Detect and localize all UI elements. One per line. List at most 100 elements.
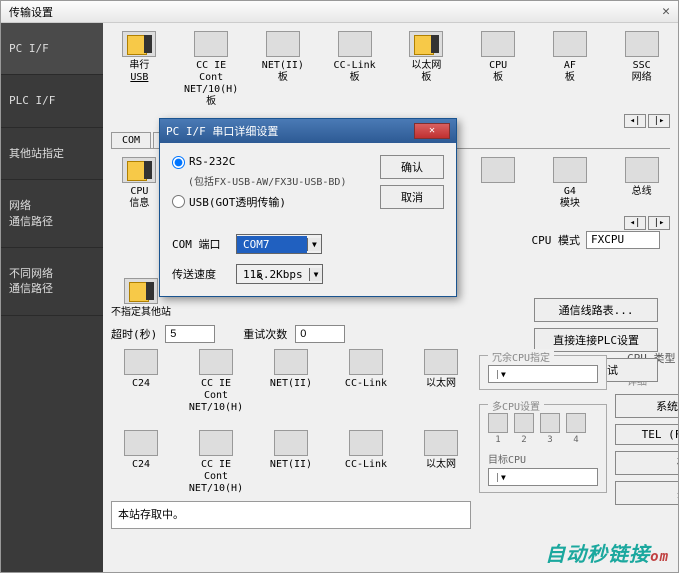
lower-left: C24CC IE Cont NET/10(H)NET(II)CC-Link以太网… xyxy=(111,349,471,529)
plc-if-icon-label-7: 总线 xyxy=(632,186,652,198)
net1-icon-icon-3 xyxy=(349,349,383,375)
nav-right-2[interactable]: |▸ xyxy=(648,216,670,230)
close-button[interactable]: 关闭 xyxy=(615,481,678,505)
pc-if-icon-icon-2 xyxy=(266,31,300,57)
dialog-title-bar[interactable]: PC I/F 串口详细设置 ✕ xyxy=(160,119,456,143)
net1-icon-3[interactable]: CC-Link xyxy=(336,349,396,414)
pc-if-icon-label-1: CC IE Cont NET/10(H)板 xyxy=(183,60,240,108)
station-icon-box xyxy=(124,278,158,304)
com-port-value: COM7 xyxy=(237,236,307,253)
net-row-1: C24 CC IE Cont NET/10(H)NET(II) CC-Link 以太网 xyxy=(111,349,471,414)
close-icon[interactable]: ✕ xyxy=(662,4,670,19)
dialog-cancel-button[interactable]: 取消 xyxy=(380,185,444,209)
net2-icon-1[interactable]: CC IE Cont NET/10(H) xyxy=(186,430,246,495)
cpu-slot-3[interactable] xyxy=(540,413,560,433)
plc-if-icon-7[interactable]: 总线 xyxy=(613,157,670,210)
sidebar: PC I/F PLC I/F 其他站指定 网络 通信路径 不同网络 通信路径 xyxy=(1,23,103,572)
retry-input[interactable] xyxy=(295,325,345,343)
net2-icon-0[interactable]: C24 xyxy=(111,430,171,495)
cpu-num-4: 4 xyxy=(566,435,586,445)
serial-detail-dialog: PC I/F 串口详细设置 ✕ RS-232C (包括FX-USB-AW/FX3… xyxy=(159,118,457,297)
dialog-close-button[interactable]: ✕ xyxy=(414,123,450,139)
title-bar: 传输设置 ✕ xyxy=(1,1,678,23)
net2-icon-label-0: C24 xyxy=(132,459,150,471)
dialog-ok-button[interactable]: 确认 xyxy=(380,155,444,179)
net1-icon-4[interactable]: 以太网 xyxy=(411,349,471,414)
com-port-combo[interactable]: COM7 ▼ xyxy=(236,234,322,254)
baud-value: 115.2Kbps xyxy=(237,266,309,283)
pc-if-icon-2[interactable]: NET(II) 板 xyxy=(255,31,312,108)
sidebar-item-other-station[interactable]: 其他站指定 xyxy=(1,128,103,180)
pc-if-icon-icon-4 xyxy=(409,31,443,57)
timeout-input[interactable] xyxy=(165,325,215,343)
pc-if-icon-7[interactable]: SSC 网络 xyxy=(613,31,670,108)
chevron-down-icon: ▼ xyxy=(497,370,509,379)
pc-if-icon-icon-5 xyxy=(481,31,515,57)
redundant-cpu-group: 冗余CPU指定 ▼ xyxy=(479,355,607,390)
pc-if-icon-3[interactable]: CC-Link 板 xyxy=(326,31,383,108)
pc-if-icon-4[interactable]: 以太网 板 xyxy=(398,31,455,108)
nav-right-1[interactable]: |▸ xyxy=(648,114,670,128)
plc-if-icon-6[interactable]: G4 模块 xyxy=(542,157,599,210)
rs232c-radio[interactable] xyxy=(172,156,185,169)
watermark-main: 自动秒链接 xyxy=(545,542,650,566)
sidebar-item-network-path[interactable]: 网络 通信路径 xyxy=(1,180,103,248)
cpu-mode-row: CPU 模式 FXCPU xyxy=(532,231,661,249)
plc-if-icon-icon-0 xyxy=(122,157,156,183)
cpu-mode-label: CPU 模式 xyxy=(532,232,581,248)
cpu-slot-2[interactable] xyxy=(514,413,534,433)
cpu-slot-4[interactable] xyxy=(566,413,586,433)
usb-radio[interactable] xyxy=(172,195,185,208)
pc-if-icon-icon-0 xyxy=(122,31,156,57)
net1-icon-label-3: CC-Link xyxy=(345,378,387,390)
tab-com[interactable]: COM xyxy=(111,132,151,148)
multi-cpu-legend: 多CPU设置 xyxy=(488,398,544,413)
pc-if-icon-1[interactable]: CC IE Cont NET/10(H)板 xyxy=(183,31,240,108)
net1-icon-1[interactable]: CC IE Cont NET/10(H) xyxy=(186,349,246,414)
net2-icon-4[interactable]: 以太网 xyxy=(411,430,471,495)
plc-if-icon-5[interactable] xyxy=(470,157,527,210)
window-title: 传输设置 xyxy=(9,4,53,20)
lower-section: C24CC IE Cont NET/10(H)NET(II)CC-Link以太网… xyxy=(111,349,670,529)
route-table-button[interactable]: 通信线路表... xyxy=(534,298,658,322)
net2-icon-icon-3 xyxy=(349,430,383,456)
pc-if-icon-icon-1 xyxy=(194,31,228,57)
chevron-down-icon[interactable]: ▼ xyxy=(307,238,321,251)
timeout-label: 超时(秒) xyxy=(111,326,157,342)
plc-if-icon-label-6: G4 模块 xyxy=(560,186,580,210)
sidebar-item-plc-if[interactable]: PLC I/F xyxy=(1,75,103,127)
pc-if-icon-label-2: NET(II) 板 xyxy=(262,60,304,84)
chevron-down-icon[interactable]: ▼ xyxy=(309,268,323,281)
net1-icon-0[interactable]: C24 xyxy=(111,349,171,414)
cpu-slot-1[interactable] xyxy=(488,413,508,433)
net2-icon-icon-1 xyxy=(199,430,233,456)
net1-icon-icon-2 xyxy=(274,349,308,375)
net1-icon-label-0: C24 xyxy=(132,378,150,390)
net1-icon-2[interactable]: NET(II) xyxy=(261,349,321,414)
pc-if-icon-icon-6 xyxy=(553,31,587,57)
rs232c-label: RS-232C xyxy=(189,155,235,168)
sidebar-item-diff-network-path[interactable]: 不同网络 通信路径 xyxy=(1,248,103,316)
net1-icon-label-4: 以太网 xyxy=(426,378,456,390)
pc-if-icon-label-4: 以太网 板 xyxy=(411,60,441,84)
pc-if-icon-6[interactable]: AF 板 xyxy=(542,31,599,108)
main-area: 串行USB CC IE Cont NET/10(H)板 NET(II) 板 CC-Li… xyxy=(103,23,678,572)
nav-left-1[interactable]: ◂| xyxy=(624,114,646,128)
net2-icon-label-2: NET(II) xyxy=(270,459,312,471)
redundant-cpu-select[interactable]: ▼ xyxy=(488,365,598,383)
target-cpu-select[interactable]: ▼ xyxy=(488,468,598,486)
nav-left-2[interactable]: ◂| xyxy=(624,216,646,230)
system-image-button[interactable]: 系统图象... xyxy=(615,394,678,418)
com-port-field: COM 端口 COM7 ▼ xyxy=(172,234,444,254)
net2-icon-label-4: 以太网 xyxy=(426,459,456,471)
net2-icon-3[interactable]: CC-Link xyxy=(336,430,396,495)
pc-if-icon-5[interactable]: CPU 板 xyxy=(470,31,527,108)
tel-button[interactable]: TEL (FXCPU)... xyxy=(615,424,678,445)
sidebar-item-pc-if[interactable]: PC I/F xyxy=(1,23,103,75)
net2-icon-2[interactable]: NET(II) xyxy=(261,430,321,495)
pc-if-icon-label-5: CPU 板 xyxy=(489,60,507,84)
baud-combo[interactable]: 115.2Kbps ▼ xyxy=(236,264,323,284)
pc-if-icon-0[interactable]: 串行USB xyxy=(111,31,168,108)
ok-button[interactable]: 确认 xyxy=(615,451,678,475)
cpu-mode-value[interactable]: FXCPU xyxy=(586,231,660,249)
